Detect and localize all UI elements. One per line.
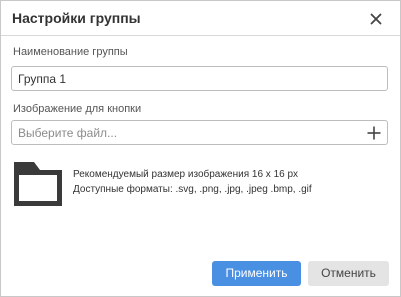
plus-icon: [367, 126, 381, 140]
group-name-input[interactable]: [11, 66, 388, 91]
close-icon: [370, 13, 382, 25]
folder-icon: [14, 162, 62, 206]
add-file-button[interactable]: [365, 124, 383, 142]
close-button[interactable]: [363, 6, 389, 32]
group-settings-dialog: Настройки группы Наименование группы Изо…: [0, 0, 401, 297]
dialog-title: Настройки группы: [12, 10, 141, 26]
image-formats-hint: Доступные форматы: .svg, .png, .jpg, .jp…: [73, 184, 312, 195]
image-size-hint: Рекомендуемый размер изображения 16 x 16…: [73, 169, 299, 180]
button-image-label: Изображение для кнопки: [13, 103, 142, 115]
group-name-label: Наименование группы: [13, 46, 128, 58]
cancel-button[interactable]: Отменить: [308, 261, 389, 286]
dialog-header: Настройки группы: [1, 1, 400, 36]
button-image-input[interactable]: [11, 120, 388, 145]
apply-button[interactable]: Применить: [212, 261, 301, 286]
